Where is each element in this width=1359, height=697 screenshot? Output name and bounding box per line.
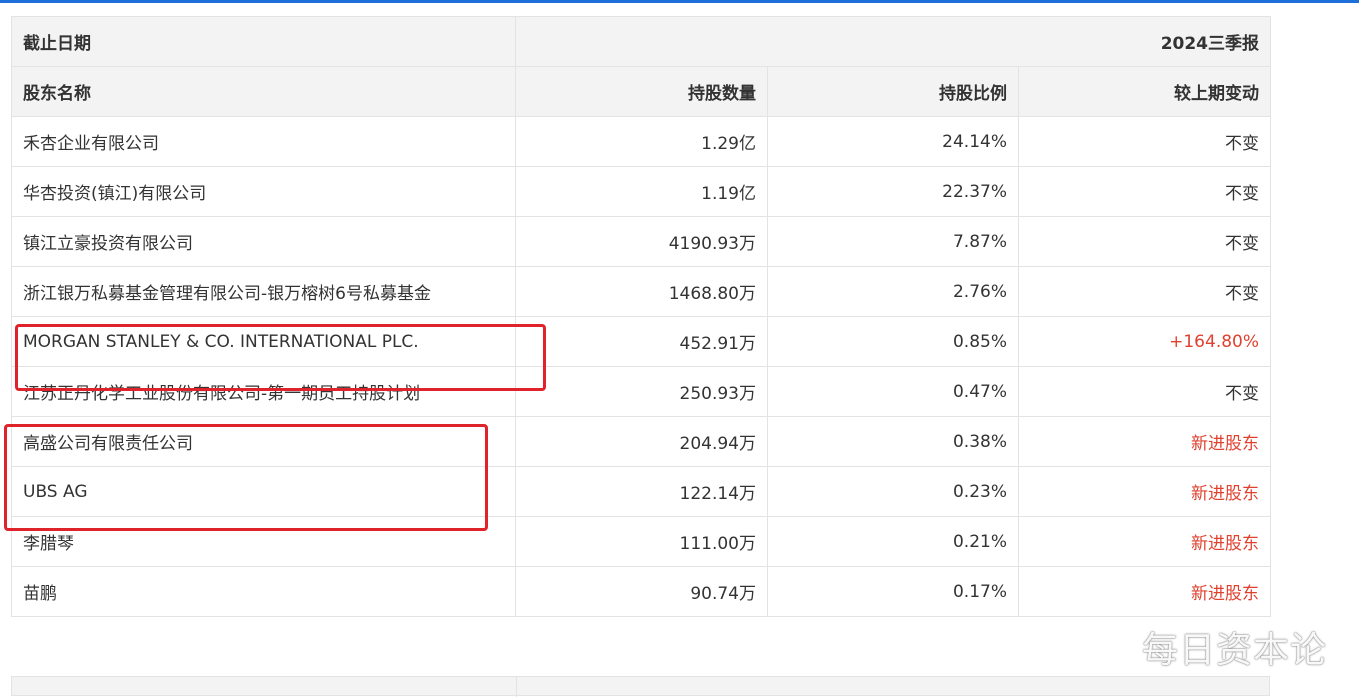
share-ratio: 24.14%: [767, 116, 1019, 167]
top-accent-bar: [0, 0, 1359, 3]
change-vs-previous: 新进股东: [1017, 466, 1272, 517]
table-row: 禾杏企业有限公司 1.29亿 24.14% 不变: [11, 116, 1272, 167]
share-count: 1.29亿: [515, 116, 768, 167]
change-vs-previous: 不变: [1017, 216, 1272, 267]
report-period: 2024三季报: [514, 16, 1272, 67]
table-row: 苗鹏 90.74万 0.17% 新进股东: [11, 566, 1272, 617]
share-ratio: 0.23%: [767, 466, 1019, 517]
next-table-header-strip: [11, 676, 1270, 697]
change-vs-previous: 新进股东: [1017, 566, 1272, 617]
share-count: 204.94万: [515, 416, 768, 467]
column-header-shares: 持股数量: [515, 66, 768, 117]
watermark-text: 每日资本论: [1142, 630, 1328, 671]
share-count: 1.19亿: [515, 166, 768, 217]
share-ratio: 22.37%: [767, 166, 1019, 217]
share-count: 90.74万: [515, 566, 768, 617]
shareholder-name: 浙江银万私募基金管理有限公司-银万榕树6号私募基金: [11, 266, 516, 317]
table-row: 浙江银万私募基金管理有限公司-银万榕树6号私募基金 1468.80万 2.76% 不变: [11, 266, 1272, 317]
shareholder-name: 华杏投资(镇江)有限公司: [11, 166, 516, 217]
column-divider: [516, 677, 517, 697]
share-count: 250.93万: [515, 366, 768, 417]
share-ratio: 0.47%: [767, 366, 1019, 417]
share-ratio: 0.38%: [767, 416, 1019, 467]
change-vs-previous: 不变: [1017, 266, 1272, 317]
share-count: 4190.93万: [515, 216, 768, 267]
date-label: 截止日期: [11, 16, 516, 67]
column-header-change: 较上期变动: [1017, 66, 1272, 117]
column-header-row: 股东名称 持股数量 持股比例 较上期变动: [11, 66, 1272, 117]
date-header-row: 截止日期 2024三季报: [11, 16, 1272, 67]
table-row: 华杏投资(镇江)有限公司 1.19亿 22.37% 不变: [11, 166, 1272, 217]
column-header-name: 股东名称: [11, 66, 516, 117]
share-count: 452.91万: [515, 316, 768, 367]
change-vs-previous: 新进股东: [1017, 516, 1272, 567]
shareholder-name: 禾杏企业有限公司: [11, 116, 516, 167]
change-vs-previous: +164.80%: [1017, 316, 1272, 367]
change-vs-previous: 不变: [1017, 116, 1272, 167]
change-vs-previous: 不变: [1017, 166, 1272, 217]
column-header-ratio: 持股比例: [767, 66, 1019, 117]
highlight-box-goldman-ubs: [4, 424, 488, 531]
share-count: 122.14万: [515, 466, 768, 517]
shareholder-name: 苗鹏: [11, 566, 516, 617]
highlight-box-morgan-stanley: [15, 324, 546, 391]
share-ratio: 7.87%: [767, 216, 1019, 267]
table-row: 镇江立豪投资有限公司 4190.93万 7.87% 不变: [11, 216, 1272, 267]
share-count: 1468.80万: [515, 266, 768, 317]
shareholder-name: 镇江立豪投资有限公司: [11, 216, 516, 267]
share-ratio: 2.76%: [767, 266, 1019, 317]
share-count: 111.00万: [515, 516, 768, 567]
change-vs-previous: 新进股东: [1017, 416, 1272, 467]
share-ratio: 0.21%: [767, 516, 1019, 567]
share-ratio: 0.85%: [767, 316, 1019, 367]
share-ratio: 0.17%: [767, 566, 1019, 617]
change-vs-previous: 不变: [1017, 366, 1272, 417]
